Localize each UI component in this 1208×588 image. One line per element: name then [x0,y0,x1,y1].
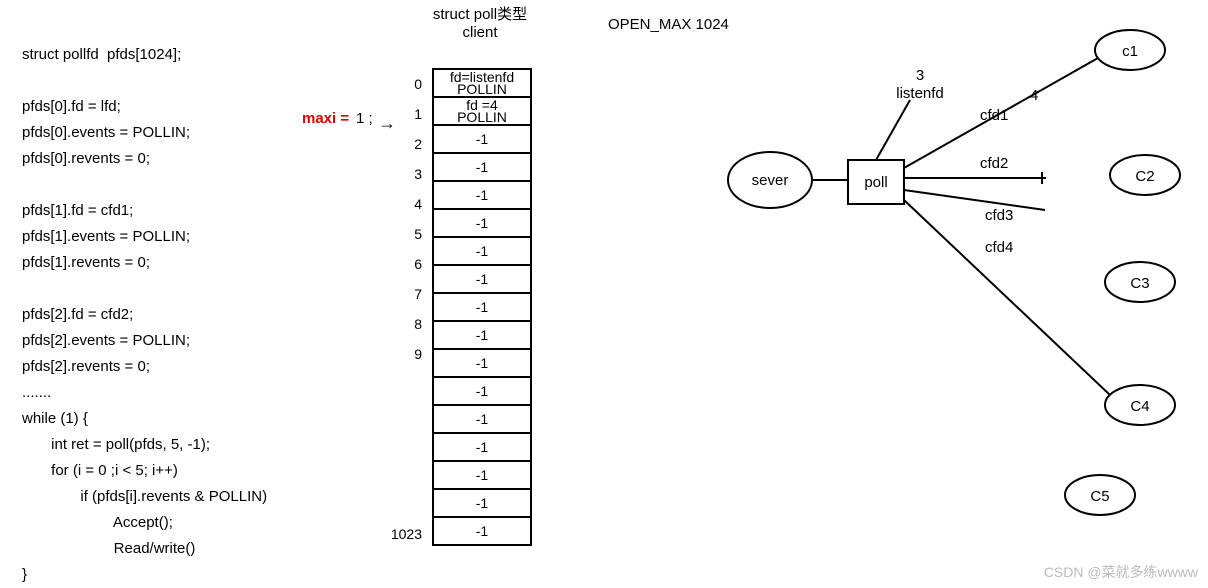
code-line: pfds[0].events = POLLIN; [22,124,190,141]
code-line: pfds[2].revents = 0; [22,358,150,375]
array-cell: -1 [432,292,532,322]
listenfd-num: 3 [916,67,924,84]
c4-label: C4 [1130,398,1149,415]
code-block: struct pollfd pfds[1024]; pfds[0].fd = l… [22,16,267,588]
code-line: ....... [22,384,51,401]
array-cell-last: -1 [432,516,532,546]
cell-value: -1 [476,216,488,230]
array-header: struct poll类型 client [420,6,540,42]
array-cell: -1 [432,404,532,434]
array-cell: -1 [432,180,532,210]
array-index: 5 [386,226,422,242]
c1-label: c1 [1122,43,1138,60]
array-cell: -1 [432,152,532,182]
c2-label: C2 [1135,168,1154,185]
cfd4-label: cfd4 [985,239,1013,256]
watermark: CSDN @菜就多练wwww [1044,562,1198,582]
listenfd-label: listenfd [896,85,944,102]
cell-value: -1 [476,188,488,202]
cfd1-label: cfd1 [980,107,1008,124]
cell-value: -1 [476,524,488,538]
code-line: pfds[2].events = POLLIN; [22,332,190,349]
c5-label: C5 [1090,488,1109,505]
code-line: int ret = poll(pfds, 5, -1); [22,436,210,453]
array-cell: -1 [432,432,532,462]
cell-value: -1 [476,244,488,258]
code-line: pfds[0].revents = 0; [22,150,150,167]
array-index: 0 [386,76,422,92]
code-line: while (1) { [22,410,88,427]
edge-listenfd [876,100,910,160]
array-cell: -1 [432,348,532,378]
code-line: Read/write() [22,540,195,557]
cell-value: -1 [476,412,488,426]
array-index: 9 [386,346,422,362]
cell-value: -1 [476,272,488,286]
code-line: } [22,566,27,583]
edge-cfd4 [904,200,1110,395]
code-line: Accept(); [22,514,173,531]
array-index: 8 [386,316,422,332]
cfd1-num: 4 [1030,87,1038,104]
poll-label: poll [864,174,887,191]
array-index: 3 [386,166,422,182]
c3-label: C3 [1130,275,1149,292]
array-cell: -1 [432,320,532,350]
array-cell: -1 [432,236,532,266]
cell-value: -1 [476,496,488,510]
sever-label: sever [752,172,789,189]
array-index: 7 [386,286,422,302]
array-cell: -1 [432,264,532,294]
array-index-last: 1023 [386,526,422,542]
code-line: for (i = 0 ;i < 5; i++) [22,462,178,479]
array-cell-0: fd=listenfd POLLIN [432,68,532,98]
cell-value: -1 [476,300,488,314]
cell-value: -1 [476,384,488,398]
maxi-label: maxi = [302,110,349,127]
code-line: pfds[1].fd = cfd1; [22,202,133,219]
array-cell: -1 [432,488,532,518]
array-index: 4 [386,196,422,212]
cell-events: POLLIN [457,83,507,95]
array-cell: -1 [432,124,532,154]
cell-events: POLLIN [457,111,507,123]
array-cell-1: fd =4 POLLIN [432,96,532,126]
array-index: 1 [386,106,422,122]
cell-value: -1 [476,132,488,146]
array-cell: -1 [432,460,532,490]
cell-value: -1 [476,468,488,482]
code-line: pfds[0].fd = lfd; [22,98,121,115]
cell-value: -1 [476,356,488,370]
array-index: 6 [386,256,422,272]
array-header-line1: struct poll类型 [420,6,540,24]
cfd2-label: cfd2 [980,155,1008,172]
code-line: pfds[1].events = POLLIN; [22,228,190,245]
array-header-line2: client [420,24,540,42]
edge-cfd3 [904,190,1045,210]
array-cell: -1 [432,208,532,238]
pollfd-array: 0 1 2 3 4 5 6 7 8 9 1023 fd=listenfd POL… [432,70,532,546]
cell-value: -1 [476,328,488,342]
code-line: pfds[2].fd = cfd2; [22,306,133,323]
network-diagram: sever poll 3 listenfd c1 cfd1 4 C2 cfd2 … [650,20,1208,560]
cell-value: -1 [476,160,488,174]
cfd3-label: cfd3 [985,207,1013,224]
array-cell: -1 [432,376,532,406]
maxi-value: 1 ; [356,110,373,127]
array-index: 2 [386,136,422,152]
code-line: pfds[1].revents = 0; [22,254,150,271]
code-line: struct pollfd pfds[1024]; [22,46,181,63]
code-line: if (pfds[i].revents & POLLIN) [22,488,267,505]
cell-value: -1 [476,440,488,454]
